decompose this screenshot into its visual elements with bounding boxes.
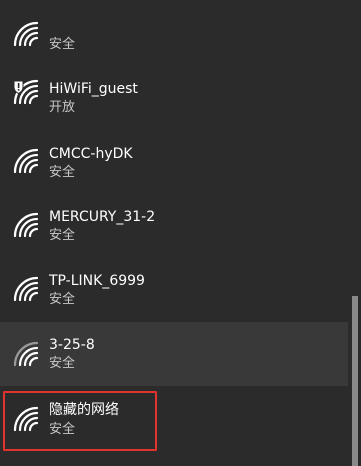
network-status: 安全 <box>49 228 76 243</box>
network-name: CMCC-hyDK <box>49 146 133 162</box>
scrollbar[interactable] <box>348 0 361 466</box>
network-status: 安全 <box>49 356 76 371</box>
wifi-open-warning-icon <box>13 79 39 105</box>
network-item-hiwifi-guest[interactable]: HiWiFi_guest 开放 <box>0 64 348 128</box>
wifi-network-list: 安全 HiWiFi_guest 开放 CMCC-hyDK 安全 MERCURY_… <box>0 0 348 466</box>
wifi-icon <box>13 341 39 367</box>
network-item-3-25-8[interactable]: 3-25-8 安全 <box>0 322 348 386</box>
network-name: HiWiFi_guest <box>49 81 138 97</box>
network-status: 安全 <box>49 292 76 307</box>
network-name: 3-25-8 <box>49 337 95 353</box>
wifi-icon <box>13 212 39 238</box>
wifi-icon <box>13 276 39 302</box>
network-name: TP-LINK_6999 <box>49 273 145 289</box>
highlight-box <box>3 391 157 451</box>
wifi-icon <box>13 148 39 174</box>
network-status: 安全 <box>49 165 76 180</box>
network-status: 开放 <box>49 100 76 115</box>
network-item-mercury-31-2[interactable]: MERCURY_31-2 安全 <box>0 192 348 256</box>
network-item-cmcc-hydk[interactable]: CMCC-hyDK 安全 <box>0 128 348 192</box>
wifi-icon <box>13 21 39 47</box>
scrollbar-thumb[interactable] <box>352 296 358 466</box>
network-item-unnamed[interactable]: 安全 <box>0 0 348 64</box>
network-status: 安全 <box>49 37 76 52</box>
network-name: MERCURY_31-2 <box>49 209 156 225</box>
network-item-tp-link-6999[interactable]: TP-LINK_6999 安全 <box>0 256 348 320</box>
